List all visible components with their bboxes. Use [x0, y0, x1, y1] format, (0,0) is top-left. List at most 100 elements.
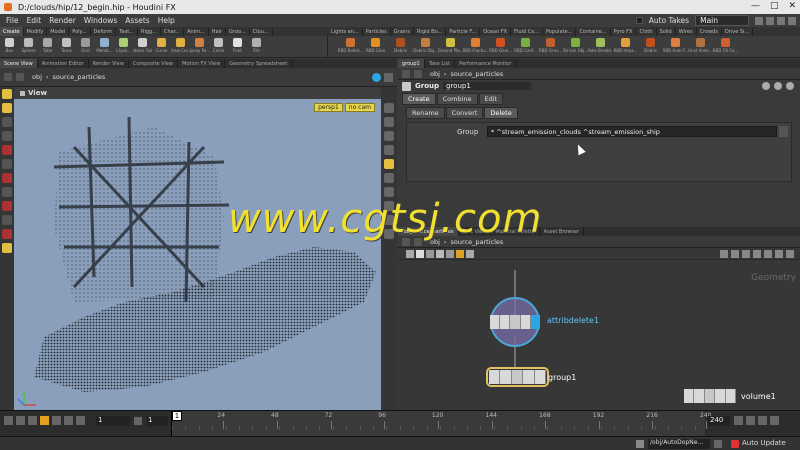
- shelf-tab-poly[interactable]: Poly...: [69, 27, 91, 36]
- shelf-tool-debris[interactable]: Debris: [638, 36, 663, 57]
- shelf-tool-circle[interactable]: Circle: [209, 36, 228, 57]
- tab-performance-monitor[interactable]: Performance Monitor: [455, 59, 517, 68]
- node-group1[interactable]: [486, 367, 549, 387]
- shelf-tool-torus[interactable]: Torus: [57, 36, 76, 57]
- tab-render-view[interactable]: Render View: [89, 59, 129, 68]
- sound-icon[interactable]: [770, 416, 779, 425]
- minimize-button[interactable]: —: [751, 1, 760, 11]
- move-tool-icon[interactable]: [2, 103, 12, 113]
- shelf-tool-rbd-fractu[interactable]: RBD Fractu...: [463, 36, 488, 57]
- tab-geometry-spreadsheet[interactable]: Geometry Spreadsheet: [225, 59, 293, 68]
- go-to-start-icon[interactable]: [4, 416, 13, 425]
- shelf-tool-sphere[interactable]: Sphere: [19, 36, 38, 57]
- menu-windows[interactable]: Windows: [84, 16, 117, 25]
- shelf-tool-rbd-glue[interactable]: RBD Glue...: [488, 36, 513, 57]
- param-path-node[interactable]: source_particles: [451, 70, 504, 78]
- shelf-tool-box[interactable]: Box: [0, 36, 19, 57]
- scale-tool-icon[interactable]: [2, 131, 12, 141]
- shelf-tab-model[interactable]: Model: [47, 27, 70, 36]
- shelf-tool-spray-pa[interactable]: Spray Pa...: [190, 36, 209, 57]
- shelf-tool-make-breakt[interactable]: Make Breakt...: [588, 36, 613, 57]
- shelf-tab-lights-an[interactable]: Lights an...: [328, 27, 363, 36]
- auto-takes-checkbox[interactable]: [635, 17, 643, 24]
- current-frame-field[interactable]: 1: [96, 416, 130, 426]
- shelf-tab-wires[interactable]: Wires: [676, 27, 697, 36]
- lock-icon[interactable]: [384, 103, 394, 113]
- timeline-ruler[interactable]: 1 24 48 72 96 120 144 168 192 216 240: [171, 411, 711, 436]
- shelf-tool-rbd-bullet[interactable]: RBD Bullet...: [338, 36, 363, 57]
- back-icon[interactable]: [4, 73, 12, 81]
- shelf-tab-ocean-fx[interactable]: Ocean FX: [480, 27, 512, 36]
- no-cam-menu[interactable]: no cam: [344, 103, 375, 112]
- shelf-tool-terrain-obj[interactable]: Terrain Obj...: [563, 36, 588, 57]
- rotate-tool-icon[interactable]: [2, 117, 12, 127]
- snap-tool-icon[interactable]: [2, 229, 12, 239]
- shelf-tab-containe[interactable]: Containe...: [576, 27, 611, 36]
- shelf-tool-lsyst[interactable]: LSyst...: [114, 36, 133, 57]
- camera-icon[interactable]: [384, 117, 394, 127]
- start-frame-field[interactable]: 1: [146, 416, 168, 426]
- view-menu-icon[interactable]: [20, 90, 25, 96]
- playhead[interactable]: 1: [172, 411, 182, 421]
- frame-step-icon[interactable]: [134, 417, 142, 425]
- node-attribdelete1-lock[interactable]: [500, 315, 511, 329]
- param-forward-icon[interactable]: [414, 69, 422, 78]
- node-group1-lock[interactable]: [500, 370, 512, 384]
- desktop-icons[interactable]: [755, 16, 796, 25]
- update-mode-menu[interactable]: Auto Update: [742, 439, 786, 447]
- magnet-tool-icon[interactable]: [2, 173, 12, 183]
- node-volume1-bypass[interactable]: [684, 389, 695, 403]
- shelf-tool-debris-obj[interactable]: Debris Obj...: [413, 36, 438, 57]
- menu-render[interactable]: Render: [49, 16, 76, 25]
- param-back-icon[interactable]: [402, 69, 410, 78]
- maximize-button[interactable]: □: [770, 1, 779, 11]
- shelf-tab-fluid-co[interactable]: Fluid Co...: [511, 27, 543, 36]
- menu-edit[interactable]: Edit: [27, 16, 42, 25]
- forward-icon[interactable]: [16, 73, 24, 81]
- node-volume1-lock[interactable]: [694, 389, 705, 403]
- path-obj[interactable]: obj: [32, 73, 42, 81]
- shaded-icon[interactable]: [384, 145, 394, 155]
- shelf-tool-rbd-glue[interactable]: RBD Glue: [363, 36, 388, 57]
- desktop-select[interactable]: Main: [695, 15, 749, 26]
- handle-tool-icon[interactable]: [2, 145, 12, 155]
- node-group1-body[interactable]: [511, 370, 524, 384]
- shelf-tool-rbd-auto-f[interactable]: RBD Auto F...: [663, 36, 688, 57]
- group-field-menu-icon[interactable]: [779, 126, 788, 137]
- shelf-tab-particle-f[interactable]: Particle F...: [446, 27, 481, 36]
- shelf-tab-rigg[interactable]: Rigg...: [138, 27, 161, 36]
- shelf-tab-grains[interactable]: Grains: [391, 27, 414, 36]
- help-icon[interactable]: [774, 82, 782, 90]
- menu-assets[interactable]: Assets: [125, 16, 149, 25]
- shelf-tab-pyro-fx[interactable]: Pyro FX: [611, 27, 637, 36]
- stop-icon[interactable]: [40, 416, 49, 425]
- shelf-tool-unst-anim[interactable]: Unst Anim...: [688, 36, 713, 57]
- info-icon[interactable]: [786, 82, 794, 90]
- end-frame-field[interactable]: 240: [708, 416, 730, 426]
- shelf-tool-debris[interactable]: Debris: [388, 36, 413, 57]
- desktop-icon-c[interactable]: [777, 16, 785, 25]
- normals-icon[interactable]: [384, 173, 394, 183]
- node-attribdelete1-display[interactable]: [530, 315, 541, 329]
- tab-scene-view[interactable]: Scene View: [0, 59, 38, 68]
- shelf-tool-rbd-grav[interactable]: RBD Grav...: [538, 36, 563, 57]
- shelf-tab-particles[interactable]: Particles: [363, 27, 391, 36]
- gear-icon[interactable]: [762, 82, 770, 90]
- shelf-tab-create[interactable]: Create: [0, 27, 24, 36]
- persp-camera-menu[interactable]: persp1: [314, 103, 343, 112]
- tab-convert[interactable]: Convert: [445, 107, 484, 119]
- step-forward-icon[interactable]: [64, 416, 73, 425]
- path-node[interactable]: source_particles: [53, 73, 106, 81]
- shelf-tool-metab[interactable]: Metab...: [95, 36, 114, 57]
- tab-rename[interactable]: Rename: [406, 107, 445, 119]
- shelf-tool-rbd-conf[interactable]: RBD Conf...: [513, 36, 538, 57]
- key-icon[interactable]: [734, 416, 743, 425]
- node-attribdelete1-bypass[interactable]: [490, 315, 501, 329]
- tab-group1[interactable]: group1: [398, 59, 425, 68]
- shelf-tab-deform[interactable]: Deform: [91, 27, 117, 36]
- tab-animation-editor[interactable]: Animation Editor: [38, 59, 89, 68]
- node-group1-bypass[interactable]: [489, 370, 501, 384]
- node-name-field[interactable]: group1: [443, 82, 531, 90]
- shelf-tool-file[interactable]: File: [247, 36, 266, 57]
- shelf-tab-populate[interactable]: Populate...: [543, 27, 577, 36]
